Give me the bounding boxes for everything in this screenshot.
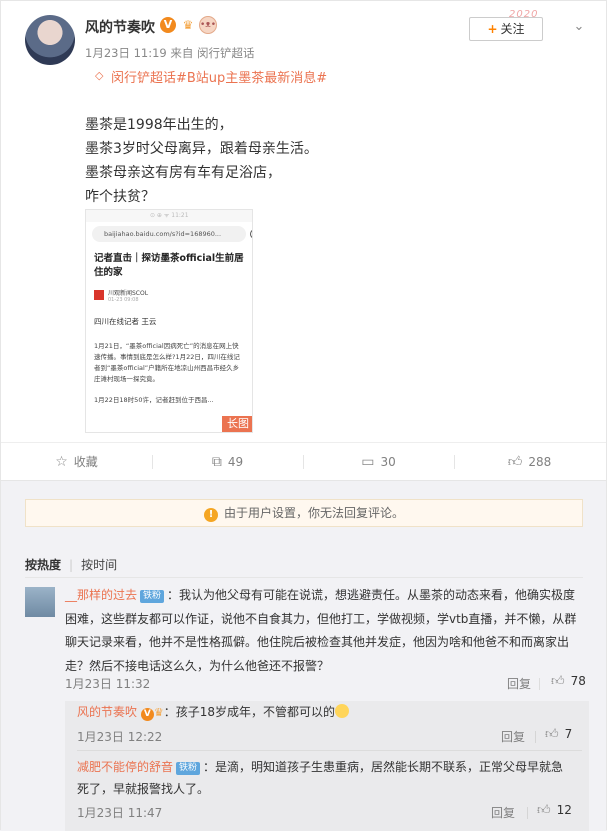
reply-list: 风的节奏吹 V ♛：孩子18岁成年，不管都可以的 1月23日 12:22 回复 👍…	[65, 701, 589, 831]
thumb-source-name: 川观新闻SCOL	[108, 290, 149, 297]
comment-body: __那样的过去 铁粉 ：我认为他父母有可能在说谎，想逃避责任。从墨茶的动态来看，他确…	[65, 584, 587, 678]
thumb-title: 记者直击｜探访墨茶official生前居住的家	[94, 253, 244, 278]
like-count: 288	[528, 455, 552, 469]
verified-v-icon: V	[160, 17, 176, 33]
fan-badge: 铁粉	[176, 762, 201, 775]
comment-like-count: 78	[570, 674, 586, 688]
reply-like-count: 12	[556, 803, 572, 817]
comment-date: 1月23日 11:32	[65, 677, 151, 691]
reply-like-count: 7	[564, 727, 573, 741]
comment-sort: 按热度 | 按时间	[25, 556, 117, 573]
post-meta: 1月23日 11:19 来自 闵行铲超话	[85, 46, 255, 60]
follow-label: 关注	[500, 22, 525, 36]
follow-button[interactable]: + 关注	[469, 17, 543, 41]
notice-text: 由于用户设置，你无法回复评论。	[223, 506, 404, 520]
thumb-url-bar: baijiahao.baidu.com/s?id=168960...	[92, 226, 252, 242]
favorite-button[interactable]: ☆ 收藏	[1, 443, 152, 481]
thumb-source-time: 01-23 09:08	[108, 297, 139, 303]
fan-badge: 铁粉	[140, 590, 165, 603]
post-image-thumbnail[interactable]: ⊙ ⊕ ᯤ 11:21 baijiahao.baidu.com/s?id=168…	[85, 209, 253, 433]
reply-user-name[interactable]: 风的节奏吹	[77, 705, 137, 719]
sort-by-hot[interactable]: 按热度	[25, 558, 61, 572]
author-name[interactable]: 风的节奏吹	[85, 17, 155, 37]
divider	[535, 731, 536, 743]
reply-body: 减肥不能停的舒音 铁粉 ：是滴，明知道孩子生患重病，居然能长期不联系，正常父母早就急…	[77, 756, 575, 800]
laugh-emoji-icon	[335, 704, 349, 718]
reply-reply-button[interactable]: 回复	[501, 728, 525, 745]
comment-icon: ▭	[361, 454, 375, 470]
repost-icon: ⧉	[211, 454, 222, 470]
source-logo-icon	[94, 290, 104, 300]
thumbs-up-icon: 👍︎	[507, 454, 523, 470]
crown-icon: ♛	[182, 18, 194, 32]
topic-diamond-icon: ◇	[95, 69, 104, 82]
warning-icon: !	[203, 508, 218, 522]
repost-count: 49	[227, 455, 244, 469]
divider	[527, 807, 528, 819]
repost-button[interactable]: ⧉ 49	[152, 443, 303, 481]
reply-like-button[interactable]: 👍︎ 12	[537, 803, 572, 818]
reply-date: 1月23日 11:47	[77, 806, 163, 820]
thumb-reporter: 四川在线记者 王云	[94, 317, 157, 326]
like-button[interactable]: 👍︎ 288	[454, 443, 605, 481]
post-line: 墨茶3岁时父母离异，跟着母亲生活。	[85, 141, 318, 157]
reply-body: 风的节奏吹 V ♛：孩子18岁成年，不管都可以的	[77, 701, 582, 724]
plus-icon: +	[487, 22, 498, 36]
reply-disabled-notice: ! 由于用户设置，你无法回复评论。	[25, 499, 583, 527]
star-icon: ☆	[55, 454, 68, 470]
comment-like-button[interactable]: 👍︎ 78	[551, 674, 586, 689]
pig-badge-icon: •ᴥ•	[199, 16, 217, 34]
comment-button[interactable]: ▭ 30	[303, 443, 454, 481]
post-text: 墨茶是1998年出生的， 墨茶3岁时父母离异，跟着母亲生活。 墨茶母亲这有房有车…	[85, 113, 318, 209]
thumb-source: 川观新闻SCOL 01-23 09:08	[94, 288, 244, 308]
divider: |	[69, 558, 74, 572]
comment-count: 30	[380, 455, 396, 469]
long-image-badge: 长图	[222, 416, 252, 432]
thumbs-up-icon: 👍︎	[551, 674, 565, 689]
crown-icon: ♛	[153, 706, 164, 719]
divider	[77, 750, 582, 751]
favorite-label: 收藏	[73, 455, 98, 469]
weibo-post-card: 风的节奏吹 V ♛ •ᴥ• 1月23日 11:19 来自 闵行铲超话 2020 …	[0, 0, 607, 831]
post-line: 咋个扶贫？	[85, 189, 155, 205]
thumbs-up-icon: 👍︎	[545, 727, 559, 742]
thumbs-up-icon: 👍︎	[537, 803, 551, 818]
reply-date: 1月23日 12:22	[77, 730, 163, 744]
reply-reply-button[interactable]: 回复	[491, 804, 515, 821]
thumb-paragraph: 1月22日18时50许，记者赶到位于西昌...	[94, 396, 214, 404]
divider	[25, 577, 583, 578]
sort-by-time[interactable]: 按时间	[81, 558, 117, 572]
divider	[539, 678, 540, 690]
thumb-url: baijiahao.baidu.com/s?id=168960...	[104, 230, 222, 238]
topic-link[interactable]: 闵行铲超话#B站up主墨茶最新消息#	[111, 67, 327, 86]
reply-text: ：孩子18岁成年，不管都可以的	[163, 705, 335, 719]
commenter-name[interactable]: __那样的过去	[65, 588, 137, 602]
chevron-down-icon[interactable]: ⌄	[571, 19, 587, 35]
post-line: 墨茶母亲这有房有车有足浴店，	[85, 165, 281, 181]
action-bar: ☆ 收藏 ⧉ 49 ▭ 30 👍︎ 288	[1, 442, 606, 480]
verified-v-icon: V	[140, 708, 154, 721]
reply-user-name[interactable]: 减肥不能停的舒音	[77, 760, 173, 774]
comment-reply-button[interactable]: 回复	[507, 675, 531, 692]
reply-like-button[interactable]: 👍︎ 7	[545, 727, 572, 742]
reload-icon	[250, 229, 252, 239]
comment-area: ! 由于用户设置，你无法回复评论。 按热度 | 按时间 __那样的过去 铁粉 ：我认为他父…	[1, 480, 606, 831]
commenter-avatar[interactable]	[25, 587, 55, 617]
thumb-paragraph: 1月21日，“墨茶official因病死亡”的消息在网上快速传播。事情到底是怎么…	[94, 342, 240, 383]
thumb-status-bar: ⊙ ⊕ ᯤ 11:21	[86, 210, 252, 222]
post-line: 墨茶是1998年出生的，	[85, 117, 233, 133]
author-avatar[interactable]	[25, 15, 75, 65]
